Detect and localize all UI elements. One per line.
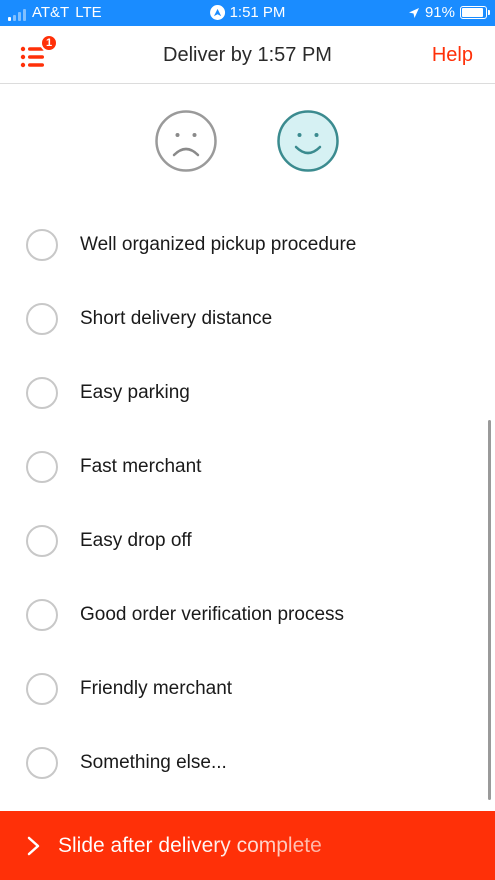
radio-button[interactable] (26, 303, 58, 335)
battery-group: 91% (408, 4, 490, 21)
radio-button[interactable] (26, 377, 58, 409)
option-row[interactable]: Something else... (0, 726, 495, 800)
radio-button[interactable] (26, 673, 58, 705)
battery-icon (460, 6, 490, 19)
option-label: Well organized pickup procedure (80, 234, 357, 255)
option-label: Easy drop off (80, 530, 192, 551)
slide-to-complete[interactable]: Slide after delivery complete (0, 811, 495, 880)
network-type: LTE (75, 4, 102, 21)
option-row[interactable]: Fast merchant (0, 430, 495, 504)
option-row[interactable]: Short delivery distance (0, 282, 495, 356)
radio-button[interactable] (26, 451, 58, 483)
option-row[interactable]: Easy drop off (0, 504, 495, 578)
status-bar: AT&T LTE 1:51 PM 91% (0, 0, 495, 26)
sad-face-icon (155, 110, 217, 172)
clock-group: 1:51 PM (209, 4, 286, 21)
radio-button[interactable] (26, 599, 58, 631)
option-label: Something else... (80, 752, 227, 773)
sad-face-button[interactable] (155, 110, 217, 172)
happy-face-button[interactable] (277, 110, 339, 172)
help-button[interactable]: Help (432, 44, 473, 67)
option-row[interactable]: Well organized pickup procedure (0, 208, 495, 282)
radio-button[interactable] (26, 747, 58, 779)
carrier-group: AT&T LTE (8, 4, 102, 21)
battery-fill (462, 8, 483, 17)
carrier-name: AT&T (32, 4, 70, 21)
option-label: Easy parking (80, 382, 190, 403)
location-arrow-icon (408, 7, 419, 18)
option-row[interactable]: Easy parking (0, 356, 495, 430)
happy-face-icon (277, 110, 339, 172)
battery-percent: 91% (424, 4, 455, 21)
scrollbar[interactable] (488, 420, 491, 800)
option-label: Friendly merchant (80, 678, 233, 699)
option-row[interactable]: Friendly merchant (0, 652, 495, 726)
radio-button[interactable] (26, 525, 58, 557)
slide-label: Slide after delivery complete (58, 833, 322, 857)
page-title: Deliver by 1:57 PM (163, 44, 332, 66)
radio-button[interactable] (26, 229, 58, 261)
option-label: Fast merchant (80, 456, 202, 477)
option-label: Good order verification process (80, 604, 345, 625)
chevron-right-icon[interactable] (26, 836, 42, 856)
option-label: Short delivery distance (80, 308, 273, 329)
signal-icon (8, 9, 26, 21)
option-row[interactable]: Good order verification process (0, 578, 495, 652)
header: 1 Deliver by 1:57 PM Help (0, 26, 495, 84)
location-badge-icon (209, 5, 225, 20)
feedback-options-list: Well organized pickup procedure Short de… (0, 208, 495, 800)
status-time: 1:51 PM (229, 4, 286, 21)
